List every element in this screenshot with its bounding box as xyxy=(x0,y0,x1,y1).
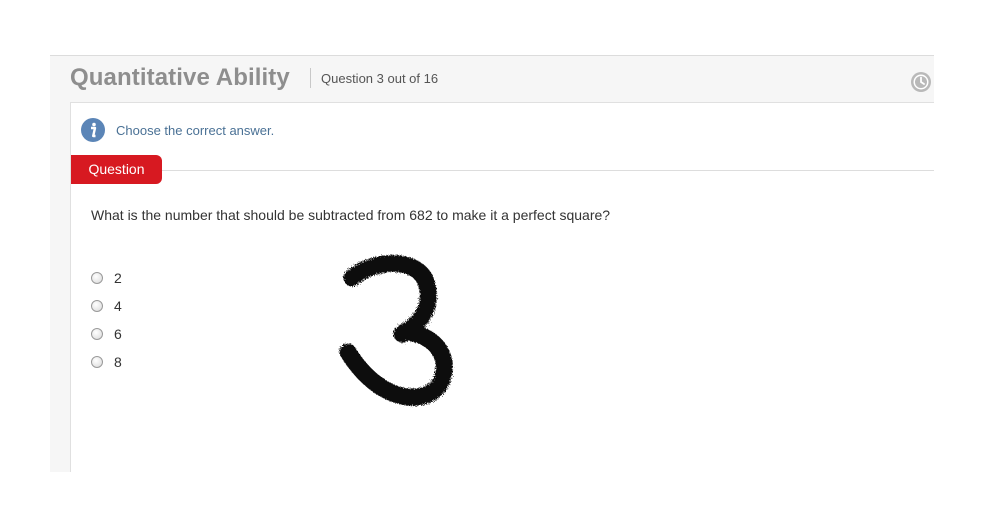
radio-button[interactable] xyxy=(91,328,103,340)
tab-question[interactable]: Question xyxy=(71,155,162,184)
radio-button[interactable] xyxy=(91,356,103,368)
info-icon xyxy=(81,118,105,142)
answer-option[interactable]: 8 xyxy=(91,348,122,376)
quiz-frame: Quantitative Ability Question 3 out of 1… xyxy=(50,55,934,472)
answer-options: 2 4 6 8 xyxy=(91,264,122,376)
instruction-text: Choose the correct answer. xyxy=(116,123,275,138)
question-counter: Question 3 out of 16 xyxy=(321,71,439,86)
radio-button[interactable] xyxy=(91,272,103,284)
answer-option[interactable]: 2 xyxy=(91,264,122,292)
option-label[interactable]: 8 xyxy=(114,354,122,370)
question-panel: Choose the correct answer. Question What… xyxy=(70,102,934,472)
clock-icon[interactable] xyxy=(910,71,932,93)
option-label[interactable]: 6 xyxy=(114,326,122,342)
tab-divider xyxy=(71,170,934,171)
option-label[interactable]: 2 xyxy=(114,270,122,286)
section-title: Quantitative Ability xyxy=(70,64,290,91)
handwritten-digit-overlay xyxy=(339,255,453,406)
header-divider xyxy=(310,68,311,88)
question-text: What is the number that should be subtra… xyxy=(91,207,611,223)
option-label[interactable]: 4 xyxy=(114,298,122,314)
answer-option[interactable]: 4 xyxy=(91,292,122,320)
answer-option[interactable]: 6 xyxy=(91,320,122,348)
radio-button[interactable] xyxy=(91,300,103,312)
